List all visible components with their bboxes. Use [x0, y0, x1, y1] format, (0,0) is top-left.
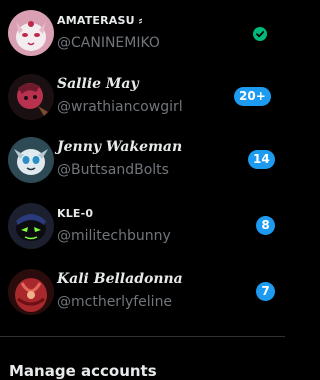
account-handle: @wrathiancowgirl — [57, 99, 183, 115]
account-display-name: Kali Belladonna — [57, 271, 183, 287]
account-display-name: Jenny Wakeman — [57, 139, 183, 155]
account-switcher-panel: AMATERASU ⸗ @CANINEMIKO Sallie May @wrat… — [0, 0, 285, 380]
account-item-kali-belladonna[interactable]: Kali Belladonna @mctherlyfeline 7 — [0, 261, 285, 323]
account-display-name: AMATERASU ⸗ — [57, 14, 143, 27]
avatar — [8, 269, 54, 315]
account-display-name: Sallie May — [57, 76, 139, 92]
notification-badge: 7 — [256, 282, 275, 301]
account-item-sallie-may[interactable]: Sallie May @wrathiancowgirl 20+ — [0, 66, 285, 128]
account-handle: @CANINEMIKO — [57, 35, 160, 51]
check-circle-icon — [253, 27, 267, 41]
account-item-jenny-wakeman[interactable]: Jenny Wakeman @ButtsandBolts 14 — [0, 129, 285, 191]
manage-accounts-link[interactable]: Manage accounts — [9, 362, 157, 380]
notification-badge: 8 — [256, 216, 275, 235]
account-handle: @militechbunny — [57, 228, 171, 244]
avatar — [8, 137, 54, 183]
account-display-name: KLE-0 — [57, 207, 94, 220]
notification-badge: 14 — [248, 150, 275, 169]
account-handle: @mctherlyfeline — [57, 294, 173, 310]
account-handle: @ButtsandBolts — [57, 162, 169, 178]
avatar — [8, 10, 54, 56]
account-item-amaterasu[interactable]: AMATERASU ⸗ @CANINEMIKO — [0, 2, 285, 64]
divider — [0, 336, 285, 337]
notification-badge: 20+ — [234, 87, 271, 106]
avatar — [8, 74, 54, 120]
avatar — [8, 203, 54, 249]
account-item-kle-0[interactable]: KLE-0 @militechbunny 8 — [0, 195, 285, 257]
